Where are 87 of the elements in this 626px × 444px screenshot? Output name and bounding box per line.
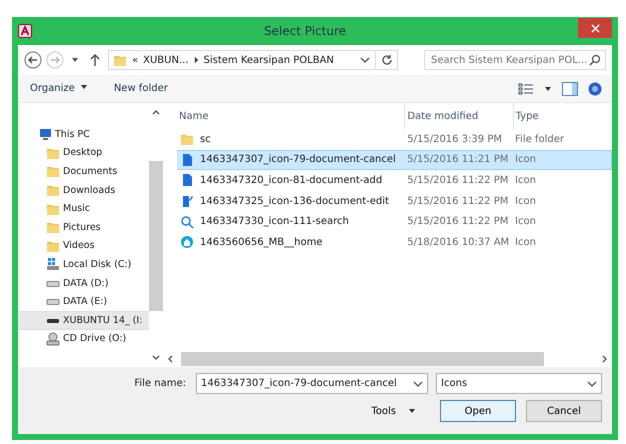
file-row[interactable]: 1463560656_MB__home 5/18/2016 10:37 AM Icon <box>177 232 612 253</box>
search-icon <box>180 214 194 229</box>
tools-button[interactable]: Tools <box>365 404 422 418</box>
document-edit-icon <box>180 194 194 208</box>
file-name: 1463560656_MB__home <box>200 236 322 248</box>
navigation-item[interactable]: Desktop <box>18 144 149 162</box>
dropdown-caret-icon <box>80 83 88 91</box>
file-type: Icon <box>515 236 536 248</box>
scroll-up-icon[interactable] <box>152 109 160 115</box>
scroll-right-icon[interactable] <box>602 355 608 363</box>
date-modified: 5/15/2016 11:22 PM <box>407 174 508 186</box>
folder-icon <box>46 164 60 178</box>
file-type: Icon <box>515 154 536 166</box>
navigation-item[interactable]: This PC <box>18 125 149 144</box>
chevron-down-icon <box>587 380 597 388</box>
dropdown-caret-icon[interactable] <box>71 56 79 64</box>
document-icon <box>180 173 194 188</box>
file-type: File folder <box>515 134 564 145</box>
window-title: Select Picture <box>262 24 348 38</box>
file-name: 1463347325_icon-136-document-edit <box>200 196 389 207</box>
cancel-button[interactable]: Cancel <box>526 400 602 422</box>
folder-icon <box>46 220 60 234</box>
file-row[interactable]: 1463347307_icon-79-document-cancel 5/15/2016 11:21 PM Icon <box>177 150 612 170</box>
close-icon <box>590 24 600 32</box>
new-folder-button[interactable]: New folder <box>110 81 172 96</box>
computer-icon <box>38 127 52 142</box>
folder-icon <box>113 53 127 67</box>
file-name: sc <box>200 134 211 145</box>
refresh-icon[interactable] <box>381 54 393 66</box>
file-type: Icon <box>515 174 536 186</box>
chevron-down-icon <box>413 380 423 388</box>
preview-pane-icon[interactable] <box>562 82 578 96</box>
date-modified: 5/15/2016 11:22 PM <box>407 196 508 207</box>
file-row[interactable]: 1463347330_icon-111-search 5/15/2016 11:22 PM Icon <box>177 211 612 232</box>
file-type: Icon <box>515 216 536 228</box>
file-row[interactable]: 1463347325_icon-136-document-edit 5/15/2016 11:22 PM Icon <box>177 190 612 212</box>
breadcrumb[interactable]: XUBUN... <box>143 54 188 66</box>
file-name: 1463347320_icon-81-document-add <box>200 174 382 186</box>
search-icon <box>589 54 601 66</box>
search-field[interactable]: Search Sistem Kearsipan POL... <box>424 50 606 70</box>
chevron-down-icon[interactable] <box>360 56 370 64</box>
date-modified: 5/15/2016 3:39 PM <box>407 134 502 145</box>
app-icon <box>18 24 32 38</box>
navigation-item[interactable]: Documents <box>18 162 149 181</box>
organize-button[interactable]: Organize <box>26 81 92 96</box>
scroll-down-icon[interactable] <box>152 355 160 361</box>
date-modified: 5/15/2016 11:22 PM <box>407 216 508 228</box>
date-modified: 5/15/2016 11:21 PM <box>407 154 508 166</box>
folder-icon <box>46 183 60 198</box>
up-arrow-icon[interactable] <box>89 53 101 67</box>
file-row[interactable]: 1463347320_icon-81-document-add 5/15/2016 11:22 PM Icon <box>177 170 612 191</box>
dropdown-caret-icon[interactable] <box>544 84 552 92</box>
column-header[interactable]: Type <box>514 103 612 129</box>
navigation-item[interactable]: Pictures <box>18 218 149 237</box>
file-name: 1463347307_icon-79-document-cancel <box>200 154 396 166</box>
navigation-item[interactable]: XUBUNTU 14_ (I: <box>18 310 149 330</box>
navigation-item[interactable]: Downloads <box>18 180 149 200</box>
dropdown-caret-icon <box>408 407 416 415</box>
breadcrumb[interactable]: Sistem Kearsipan POLBAN <box>204 54 334 66</box>
folder-icon <box>180 132 194 146</box>
file-type-dropdown[interactable]: Icons <box>436 373 602 394</box>
document-icon <box>180 152 194 167</box>
file-row[interactable]: sc 5/15/2016 3:39 PM File folder <box>177 129 612 150</box>
scroll-left-icon[interactable] <box>167 355 173 363</box>
close-button[interactable] <box>578 18 612 38</box>
file-name-label: File name: <box>134 378 186 389</box>
navigation-item[interactable]: DATA (D:) <box>18 274 149 292</box>
view-options-icon[interactable] <box>518 82 534 94</box>
column-header[interactable]: Date modified <box>405 103 514 129</box>
breadcrumb[interactable]: « <box>132 54 138 66</box>
cd-drive-icon <box>46 332 60 346</box>
open-button[interactable]: Open <box>440 400 516 422</box>
navigation-item[interactable]: Local Disk (C:) <box>18 255 149 274</box>
navigation-item[interactable]: Music <box>18 199 149 218</box>
file-name: 1463347330_icon-111-search <box>200 216 349 228</box>
breadcrumb-arrow-icon <box>194 56 198 64</box>
navigation-item[interactable]: Videos <box>18 236 149 256</box>
back-button[interactable] <box>24 51 42 69</box>
navigation-item[interactable]: CD Drive (O:) <box>18 330 149 348</box>
file-type: Icon <box>515 196 536 207</box>
date-modified: 5/18/2016 10:37 AM <box>407 236 510 248</box>
disk-icon <box>46 257 60 272</box>
file-name-field[interactable]: 1463347307_icon-79-document-cancel <box>196 373 428 394</box>
address-bar[interactable]: « XUBUN... Sistem Kearsipan POLBAN <box>108 50 398 70</box>
home-icon <box>180 235 194 250</box>
navigation-item[interactable]: DATA (E:) <box>18 292 149 311</box>
column-header[interactable]: Name <box>177 103 406 129</box>
